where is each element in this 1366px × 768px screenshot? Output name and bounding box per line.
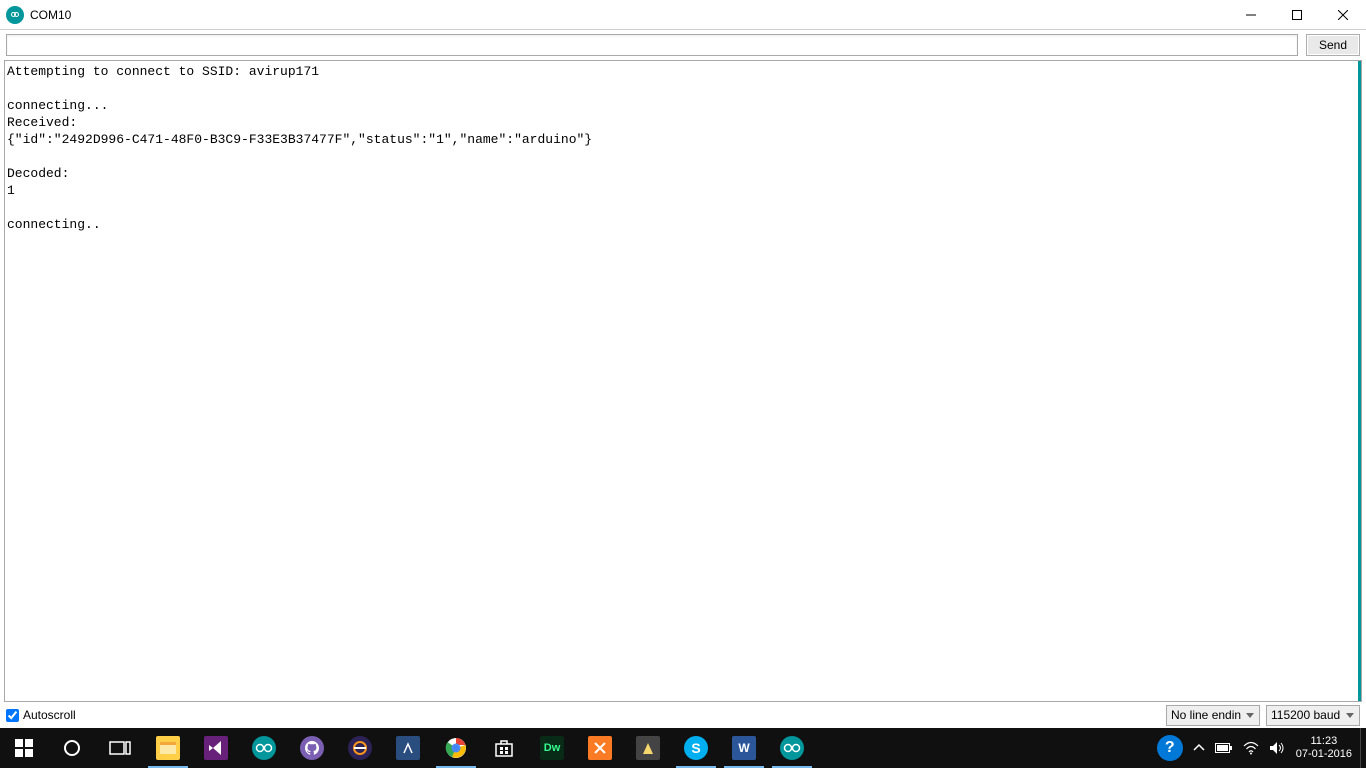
eclipse-icon: [348, 736, 372, 760]
show-desktop-button[interactable]: [1360, 728, 1366, 768]
maximize-icon: [1292, 10, 1302, 20]
clock-date: 07-01-2016: [1296, 748, 1352, 761]
tray-chevron[interactable]: [1188, 728, 1210, 768]
volume-icon: [1269, 741, 1285, 755]
wifi-tray[interactable]: [1238, 728, 1264, 768]
serial-output-text: Attempting to connect to SSID: avirup171…: [5, 61, 1361, 235]
task-view-button[interactable]: [96, 728, 144, 768]
task-view-icon: [109, 740, 131, 756]
arduino-ide-taskbar[interactable]: [768, 728, 816, 768]
arduino-taskbar[interactable]: [240, 728, 288, 768]
battery-tray[interactable]: [1210, 728, 1238, 768]
app-taskbar-1[interactable]: [384, 728, 432, 768]
chevron-up-icon: [1193, 742, 1205, 754]
window-title: COM10: [30, 8, 71, 22]
autoscroll-checkbox-wrap[interactable]: Autoscroll: [6, 708, 76, 722]
help-icon: ?: [1157, 735, 1183, 761]
autoscroll-checkbox[interactable]: [6, 709, 19, 722]
eclipse-taskbar[interactable]: [336, 728, 384, 768]
visual-studio-icon: [204, 736, 228, 760]
volume-tray[interactable]: [1264, 728, 1290, 768]
cortana-icon: [62, 738, 82, 758]
arduino-icon: [6, 6, 24, 24]
xampp-taskbar[interactable]: [576, 728, 624, 768]
minimize-button[interactable]: [1228, 0, 1274, 30]
generic-app-icon: [396, 736, 420, 760]
visual-studio-taskbar[interactable]: [192, 728, 240, 768]
system-tray: ? 11:23 07-01-2016: [1152, 728, 1366, 768]
github-icon: [300, 736, 324, 760]
line-ending-select-wrap[interactable]: No line ending: [1166, 705, 1260, 726]
serial-input[interactable]: [6, 34, 1298, 56]
cortana-button[interactable]: [48, 728, 96, 768]
title-bar: COM10: [0, 0, 1366, 30]
close-icon: [1338, 10, 1348, 20]
windows-icon: [15, 739, 33, 757]
taskbar: Dw S W ?: [0, 728, 1366, 768]
baud-select[interactable]: 115200 baud: [1266, 705, 1360, 726]
battery-icon: [1215, 742, 1233, 754]
dreamweaver-taskbar[interactable]: Dw: [528, 728, 576, 768]
word-taskbar[interactable]: W: [720, 728, 768, 768]
maximize-button[interactable]: [1274, 0, 1320, 30]
github-taskbar[interactable]: [288, 728, 336, 768]
baud-select-wrap[interactable]: 115200 baud: [1266, 705, 1360, 726]
wifi-icon: [1243, 741, 1259, 755]
file-explorer-taskbar[interactable]: [144, 728, 192, 768]
line-ending-select[interactable]: No line ending: [1166, 705, 1260, 726]
help-tray[interactable]: ?: [1152, 728, 1188, 768]
clock-time: 11:23: [1311, 735, 1338, 748]
autoscroll-label: Autoscroll: [23, 708, 76, 722]
arduino-ide-icon: [780, 736, 804, 760]
output-scrollbar[interactable]: [1358, 61, 1361, 701]
input-row: Send: [0, 30, 1366, 60]
word-icon: W: [732, 736, 756, 760]
send-button[interactable]: Send: [1306, 34, 1360, 56]
close-button[interactable]: [1320, 0, 1366, 30]
skype-icon: S: [684, 736, 708, 760]
serial-output-area: Attempting to connect to SSID: avirup171…: [4, 60, 1362, 702]
store-taskbar[interactable]: [480, 728, 528, 768]
minimize-icon: [1246, 10, 1256, 20]
start-button[interactable]: [0, 728, 48, 768]
dreamweaver-icon: Dw: [540, 736, 564, 760]
game-taskbar[interactable]: [624, 728, 672, 768]
arduino-icon: [252, 736, 276, 760]
file-explorer-icon: [156, 736, 180, 760]
options-row: Autoscroll No line ending 115200 baud: [0, 702, 1366, 728]
store-icon: [494, 738, 514, 758]
skype-taskbar[interactable]: S: [672, 728, 720, 768]
chrome-icon: [445, 737, 467, 759]
chrome-taskbar[interactable]: [432, 728, 480, 768]
game-icon: [636, 736, 660, 760]
taskbar-clock[interactable]: 11:23 07-01-2016: [1290, 728, 1360, 768]
xampp-icon: [588, 736, 612, 760]
